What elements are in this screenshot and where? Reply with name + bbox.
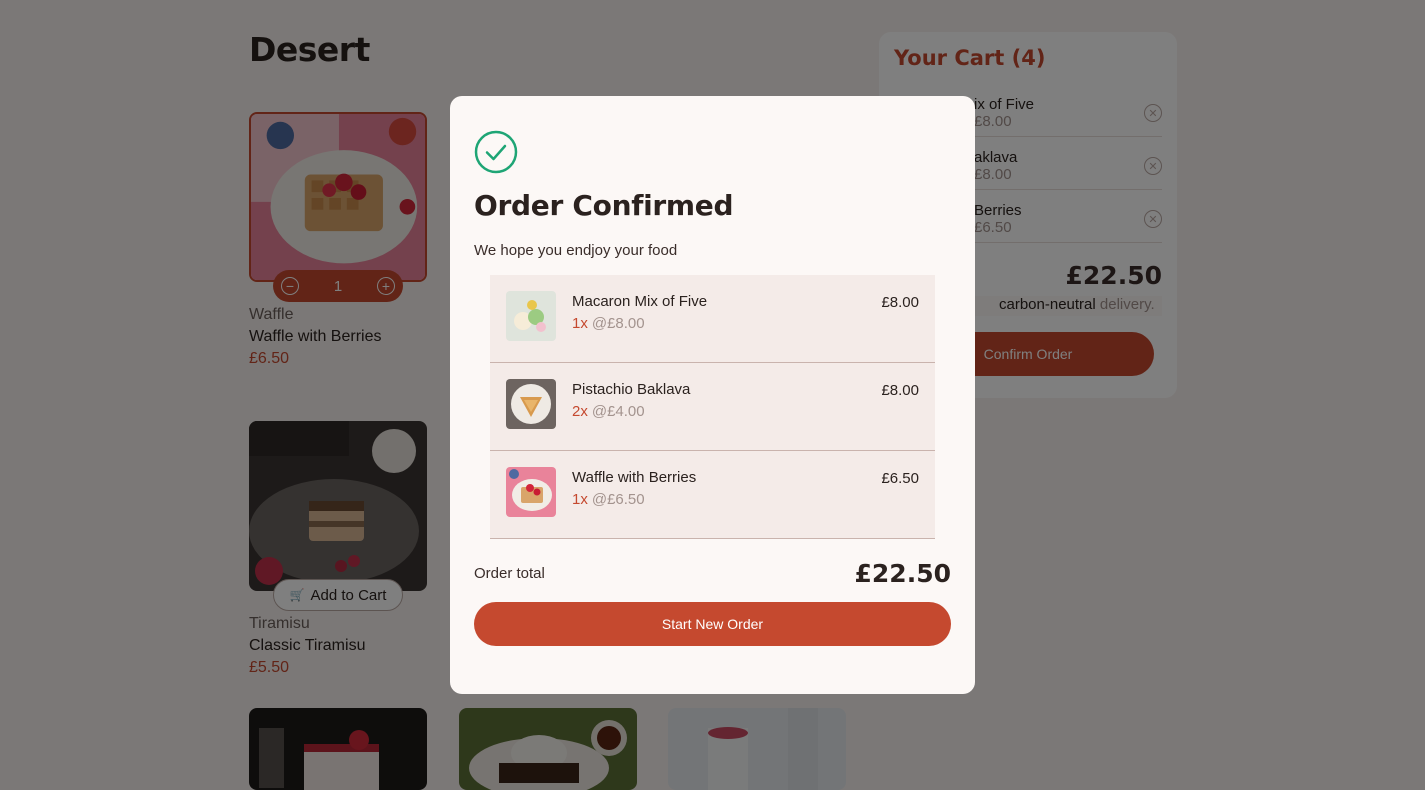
- order-item-price: £6.50: [881, 470, 919, 487]
- order-item-unit-price: @£4.00: [591, 403, 645, 420]
- order-item-qty: 1x: [572, 491, 588, 508]
- start-new-order-button[interactable]: Start New Order: [474, 602, 951, 646]
- order-item-name: Pistachio Baklava: [572, 381, 691, 398]
- order-item-thumbnail: [506, 467, 556, 517]
- order-item-text: Pistachio Baklava 2x @£4.00: [572, 381, 690, 434]
- order-item-unit-price: @£8.00: [591, 315, 645, 332]
- order-item: Waffle with Berries 1x @£6.50 £6.50: [490, 451, 935, 539]
- order-item: Macaron Mix of Five 1x @£8.00 £8.00: [490, 275, 935, 363]
- order-confirmed-modal: Order Confirmed We hope you endjoy your …: [450, 96, 975, 694]
- order-item-qty: 2x: [572, 403, 588, 420]
- modal-subtitle: We hope you endjoy your food: [474, 242, 678, 259]
- order-item-thumbnail: [506, 379, 556, 429]
- order-item-thumbnail: [506, 291, 556, 341]
- modal-title: Order Confirmed: [474, 189, 734, 222]
- order-item-quantity: 2x @£4.00: [572, 403, 690, 420]
- order-item-name: Macaron Mix of Five: [572, 293, 708, 310]
- order-item-quantity: 1x @£8.00: [572, 315, 707, 332]
- order-item-price: £8.00: [881, 382, 919, 399]
- order-item-quantity: 1x @£6.50: [572, 491, 696, 508]
- order-item-list: Macaron Mix of Five 1x @£8.00 £8.00 Pista…: [490, 275, 935, 539]
- check-circle-icon: [474, 130, 518, 174]
- order-item: Pistachio Baklava 2x @£4.00 £8.00: [490, 363, 935, 451]
- order-total-value: £22.50: [854, 559, 951, 588]
- order-total: Order total £22.50: [474, 559, 951, 588]
- order-total-label: Order total: [474, 565, 545, 582]
- order-item-text: Waffle with Berries 1x @£6.50: [572, 469, 696, 522]
- order-item-text: Macaron Mix of Five 1x @£8.00: [572, 293, 707, 346]
- order-item-unit-price: @£6.50: [591, 491, 645, 508]
- order-item-qty: 1x: [572, 315, 588, 332]
- order-item-price: £8.00: [881, 294, 919, 311]
- order-item-name: Waffle with Berries: [572, 469, 697, 486]
